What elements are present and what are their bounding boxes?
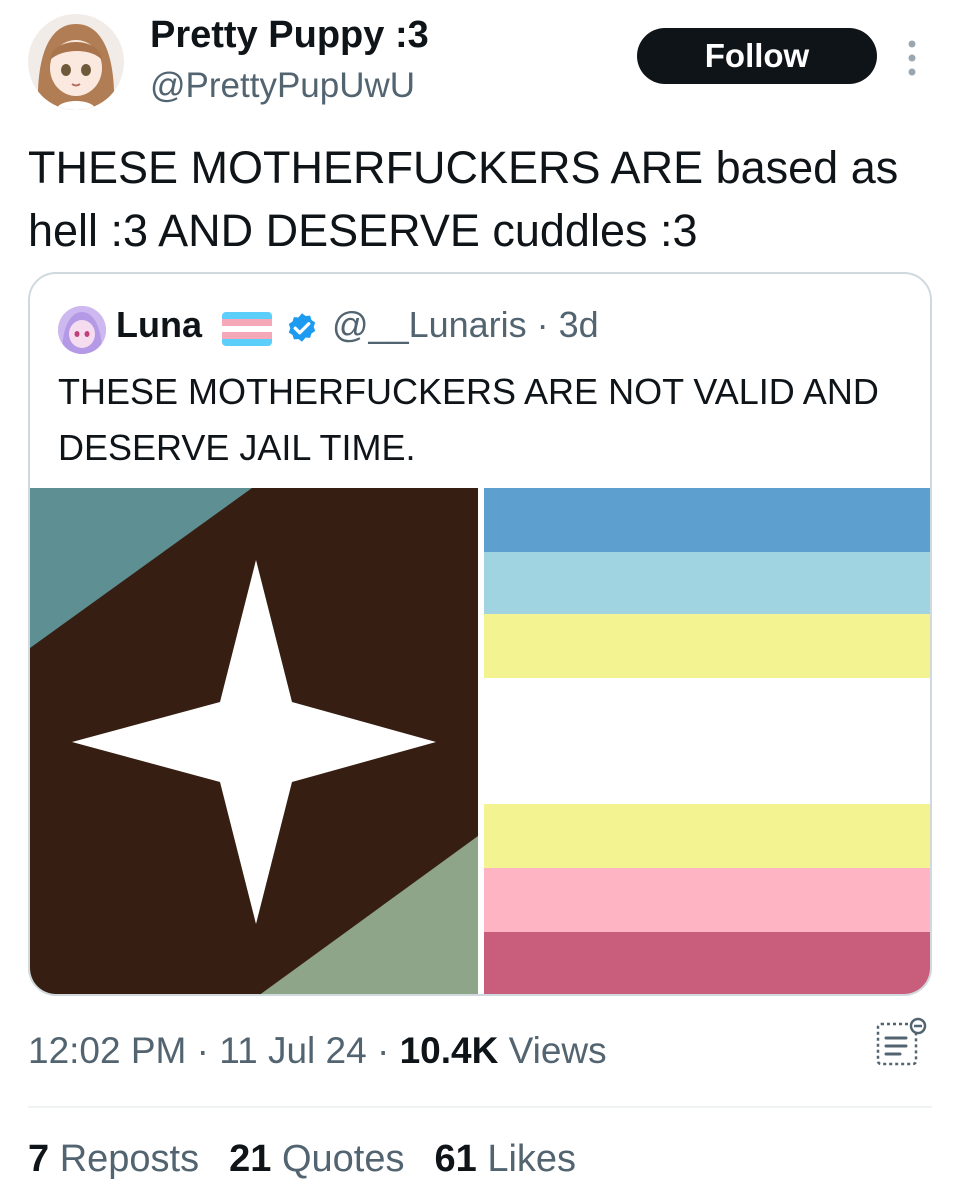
quotes-stat[interactable]: 21 Quotes — [229, 1138, 404, 1181]
quote-author-name[interactable]: Luna — [116, 304, 202, 346]
tweet-text: THESE MOTHERFUCKERS ARE based as hell :3… — [28, 142, 899, 256]
analytics-icon[interactable] — [874, 1016, 930, 1072]
tweet-meta: 12:02 PM · 11 Jul 24 · 10.4K Views — [28, 1030, 607, 1071]
quote-text: THESE MOTHERFUCKERS ARE NOT VALID AND DE… — [58, 371, 879, 468]
tweet-time[interactable]: 12:02 PM — [28, 1030, 186, 1071]
quote-image-star-flag[interactable] — [30, 488, 478, 994]
avatar[interactable] — [28, 14, 124, 110]
more-vertical-icon[interactable] — [900, 38, 924, 78]
follow-button[interactable]: Follow — [637, 28, 877, 84]
author-handle[interactable]: @PrettyPupUwU — [150, 66, 415, 106]
quote-handle-time: @__Lunaris · 3d — [332, 304, 599, 345]
verified-badge-icon — [284, 311, 320, 347]
quote-image-striped-flag[interactable] — [484, 488, 930, 994]
author-display-name[interactable]: Pretty Puppy :3 — [150, 14, 429, 57]
quote-avatar[interactable] — [58, 306, 106, 354]
tweet-date[interactable]: 11 Jul 24 — [219, 1030, 366, 1071]
engagement-stats: 7 Reposts 21 Quotes 61 Likes — [28, 1138, 576, 1181]
views-label: Views — [508, 1030, 607, 1071]
divider — [28, 1106, 932, 1108]
trans-flag-emoji — [222, 312, 272, 346]
likes-stat[interactable]: 61 Likes — [434, 1138, 576, 1181]
reposts-stat[interactable]: 7 Reposts — [28, 1138, 199, 1181]
views-count: 10.4K — [399, 1030, 499, 1071]
quoted-tweet[interactable]: Luna @__Lunaris · 3d THESE MOTHERFUCKERS… — [28, 272, 932, 996]
